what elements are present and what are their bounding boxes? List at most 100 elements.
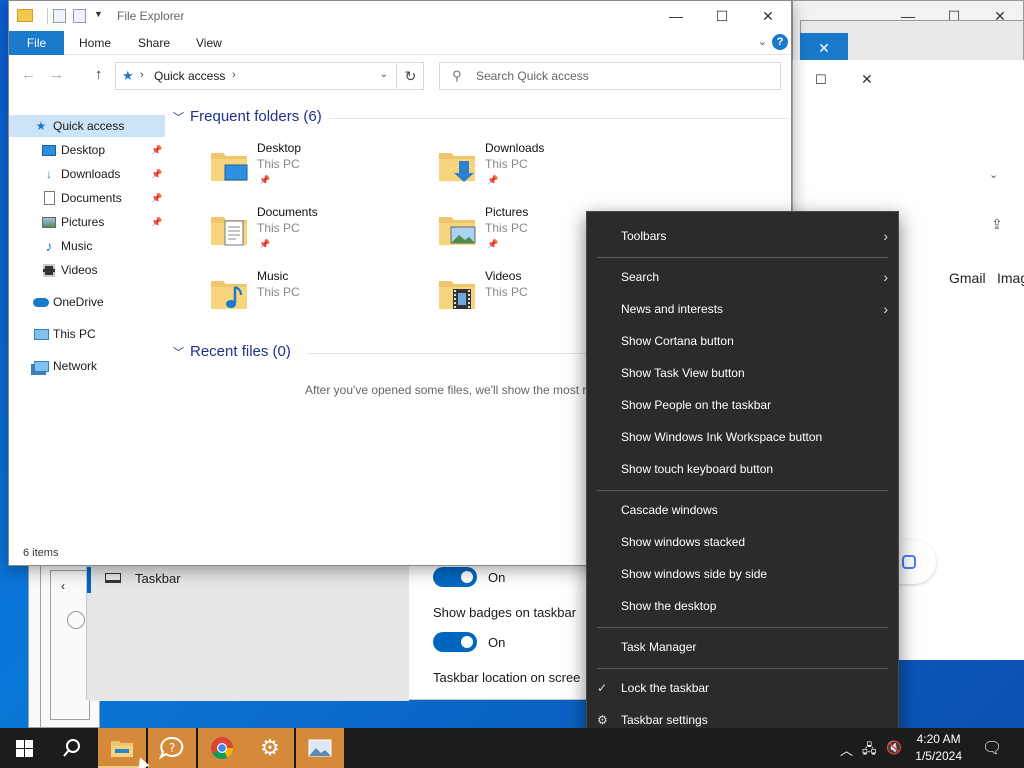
- toggle-state-label: On: [488, 635, 506, 650]
- menu-item-news-and-interests[interactable]: News and interests ›: [587, 295, 898, 323]
- chevron-left-icon[interactable]: ‹: [61, 579, 65, 593]
- gmail-link[interactable]: Gmail: [949, 270, 986, 286]
- close-icon[interactable]: ✕: [861, 71, 873, 88]
- menu-item-windows-stacked[interactable]: Show windows stacked: [587, 528, 898, 556]
- refresh-icon[interactable]: ↻: [398, 62, 424, 90]
- taskbar-app-photos[interactable]: [296, 728, 344, 768]
- chevron-right-icon[interactable]: ›: [140, 69, 144, 81]
- maximize-icon[interactable]: ☐: [699, 1, 745, 31]
- help-icon[interactable]: ?: [772, 34, 788, 50]
- sidebar-item-this-pc[interactable]: This PC: [9, 323, 165, 345]
- folder-app-icon: [17, 9, 33, 22]
- volume-muted-icon[interactable]: 🔇: [886, 740, 902, 756]
- menu-item-label: Show People on the taskbar: [621, 398, 772, 412]
- recent-files-header[interactable]: ﹀ Recent files (0): [173, 343, 291, 360]
- tab-share[interactable]: Share: [138, 36, 170, 50]
- menu-item-show-desktop[interactable]: Show the desktop: [587, 592, 898, 620]
- minimize-icon[interactable]: —: [653, 1, 699, 31]
- menu-item-show-touch-keyboard[interactable]: Show touch keyboard button: [587, 455, 898, 483]
- pin-icon[interactable]: 📌: [151, 193, 162, 204]
- folder-tile-documents[interactable]: Documents This PC 📌: [209, 203, 429, 261]
- menu-item-task-manager[interactable]: Task Manager: [587, 633, 898, 661]
- folder-tile-desktop[interactable]: Desktop This PC 📌: [209, 139, 429, 197]
- folder-tile-music[interactable]: Music This PC: [209, 267, 429, 325]
- clock[interactable]: 4:20 AM 1/5/2024: [915, 731, 962, 765]
- frequent-folders-header[interactable]: ﹀ Frequent folders (6): [173, 108, 322, 125]
- pin-icon: 📌: [487, 175, 499, 185]
- chevron-down-icon[interactable]: ⌄: [380, 69, 388, 80]
- pin-icon[interactable]: 📌: [151, 145, 162, 156]
- up-arrow-icon[interactable]: ↑: [95, 66, 103, 83]
- sidebar-item-taskbar[interactable]: Taskbar: [135, 571, 181, 586]
- music-folder-icon: [211, 281, 247, 309]
- sidebar-item-quick-access[interactable]: ★ Quick access: [9, 115, 165, 137]
- images-link[interactable]: Imag: [997, 270, 1024, 286]
- menu-item-show-task-view[interactable]: Show Task View button: [587, 359, 898, 387]
- address-bar[interactable]: ★ › Quick access › ⌄: [115, 62, 397, 90]
- sidebar-item-desktop[interactable]: Desktop 📌: [9, 139, 165, 161]
- menu-item-label: Task Manager: [621, 640, 697, 654]
- menu-item-lock-taskbar[interactable]: ✓ Lock the taskbar: [587, 674, 898, 702]
- network-status-icon[interactable]: 🖧: [862, 740, 877, 762]
- tab-home[interactable]: Home: [79, 36, 111, 50]
- expand-ribbon-icon[interactable]: ⌄: [758, 35, 767, 48]
- pictures-icon: [41, 215, 57, 229]
- menu-item-windows-side-by-side[interactable]: Show windows side by side: [587, 560, 898, 588]
- taskbar-app-settings[interactable]: ⚙: [246, 728, 294, 768]
- badges-setting-label: Show badges on taskbar: [433, 605, 577, 620]
- customize-toolbar-icon[interactable]: ▼: [94, 9, 103, 19]
- chevron-down-icon[interactable]: ﹀: [173, 109, 184, 125]
- menu-item-show-cortana[interactable]: Show Cortana button: [587, 327, 898, 355]
- photos-icon: [308, 739, 332, 757]
- maximize-icon[interactable]: ☐: [815, 72, 827, 88]
- sidebar-item-label: Music: [61, 239, 93, 253]
- search-input[interactable]: [476, 67, 766, 85]
- sidebar-item-documents[interactable]: Documents 📌: [9, 187, 165, 209]
- pin-icon[interactable]: 📌: [151, 217, 162, 228]
- sidebar-item-downloads[interactable]: ↓ Downloads 📌: [9, 163, 165, 185]
- search-button[interactable]: [48, 728, 96, 768]
- chevron-right-icon: ›: [883, 269, 888, 285]
- pin-icon[interactable]: 📌: [151, 169, 162, 180]
- sidebar-item-onedrive[interactable]: OneDrive: [9, 291, 165, 313]
- menu-item-toolbars[interactable]: Toolbars ›: [587, 222, 898, 250]
- cloud-icon: [33, 295, 49, 309]
- menu-item-show-ink-workspace[interactable]: Show Windows Ink Workspace button: [587, 423, 898, 451]
- close-icon[interactable]: ✕: [745, 1, 791, 31]
- menu-item-cascade-windows[interactable]: Cascade windows: [587, 496, 898, 524]
- breadcrumb[interactable]: Quick access: [154, 69, 225, 83]
- back-arrow-icon[interactable]: ←: [21, 66, 36, 83]
- toggle-switch[interactable]: [433, 567, 477, 587]
- chevron-down-icon[interactable]: ﹀: [173, 344, 184, 360]
- group-title: Recent files (0): [190, 343, 291, 360]
- sidebar-item-music[interactable]: ♪ Music: [9, 235, 165, 257]
- close-icon[interactable]: ✕: [800, 33, 848, 63]
- chevron-down-icon[interactable]: ⌄: [989, 168, 998, 181]
- sidebar-item-network[interactable]: Network: [9, 355, 165, 377]
- notification-icon[interactable]: 🗨: [982, 738, 1002, 758]
- sidebar-item-pictures[interactable]: Pictures 📌: [9, 211, 165, 233]
- folder-location: This PC: [485, 221, 528, 235]
- menu-item-search[interactable]: Search ›: [587, 263, 898, 291]
- start-button[interactable]: [0, 728, 48, 768]
- new-folder-icon[interactable]: [73, 9, 86, 23]
- forward-arrow-icon[interactable]: →: [49, 66, 64, 83]
- badges-toggle-switch[interactable]: [433, 632, 477, 652]
- taskbar-app-get-help[interactable]: ?: [148, 728, 196, 768]
- search-icon: ⚲: [452, 68, 462, 83]
- chevron-up-icon[interactable]: ︿: [840, 740, 853, 759]
- share-icon[interactable]: ⇪: [991, 216, 1003, 233]
- chevron-right-icon[interactable]: ›: [232, 69, 236, 81]
- menu-item-show-people[interactable]: Show People on the taskbar: [587, 391, 898, 419]
- search-box[interactable]: ⚲: [439, 62, 781, 90]
- taskbar-location-label: Taskbar location on scree: [433, 670, 581, 685]
- tab-view[interactable]: View: [196, 36, 222, 50]
- folder-tile-downloads[interactable]: Downloads This PC 📌: [437, 139, 657, 197]
- selection-indicator: [87, 567, 91, 593]
- checkmark-icon: ✓: [597, 681, 608, 695]
- taskbar-app-chrome[interactable]: [198, 728, 246, 768]
- tab-file[interactable]: File: [9, 31, 64, 55]
- sidebar-item-videos[interactable]: Videos: [9, 259, 165, 281]
- chrome-icon: [211, 737, 233, 759]
- properties-icon[interactable]: [53, 9, 66, 23]
